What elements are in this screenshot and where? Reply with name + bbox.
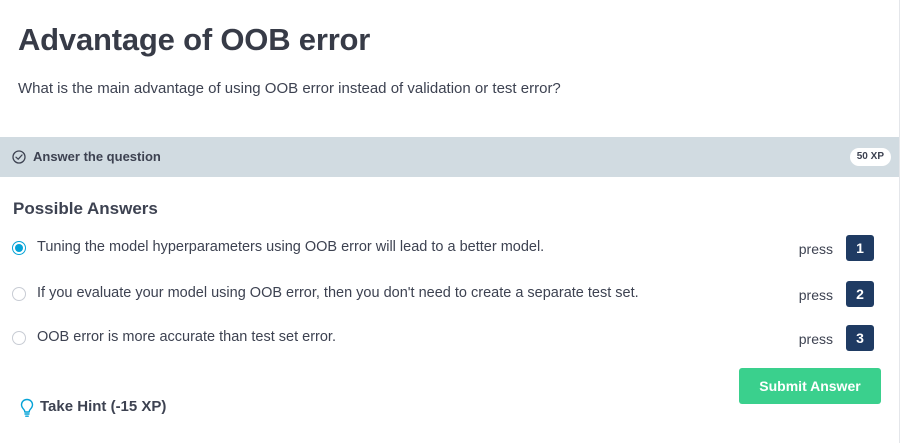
check-circle-icon (12, 150, 26, 164)
submit-answer-button[interactable]: Submit Answer (739, 368, 881, 404)
radio-button[interactable] (12, 287, 26, 301)
answer-option-3[interactable]: OOB error is more accurate than test set… (12, 324, 880, 354)
answer-text[interactable]: OOB error is more accurate than test set… (37, 329, 336, 345)
xp-badge: 50 XP (849, 148, 891, 166)
instruction-label: Answer the question (33, 149, 161, 164)
keyboard-shortcut-badge: 2 (846, 281, 874, 307)
hint-label[interactable]: Take Hint (-15 XP) (40, 398, 166, 415)
press-label: press (798, 287, 833, 303)
exercise-panel: Advantage of OOB error What is the main … (0, 0, 900, 443)
exercise-title: Advantage of OOB error (18, 22, 371, 57)
instruction-bar: Answer the question 50 XP (0, 137, 899, 177)
radio-button[interactable] (12, 331, 26, 345)
answer-option-1[interactable]: Tuning the model hyperparameters using O… (12, 234, 880, 264)
question-text: What is the main advantage of using OOB … (18, 80, 561, 97)
answer-text[interactable]: Tuning the model hyperparameters using O… (37, 239, 544, 255)
answer-option-2[interactable]: If you evaluate your model using OOB err… (12, 280, 880, 310)
keyboard-shortcut-badge: 1 (846, 235, 874, 261)
keyboard-shortcut-badge: 3 (846, 325, 874, 351)
lightbulb-icon (20, 398, 34, 417)
possible-answers-heading: Possible Answers (13, 199, 158, 218)
press-label: press (798, 331, 833, 347)
press-label: press (798, 241, 833, 257)
radio-button-selected[interactable] (12, 241, 26, 255)
answer-text[interactable]: If you evaluate your model using OOB err… (37, 285, 639, 301)
